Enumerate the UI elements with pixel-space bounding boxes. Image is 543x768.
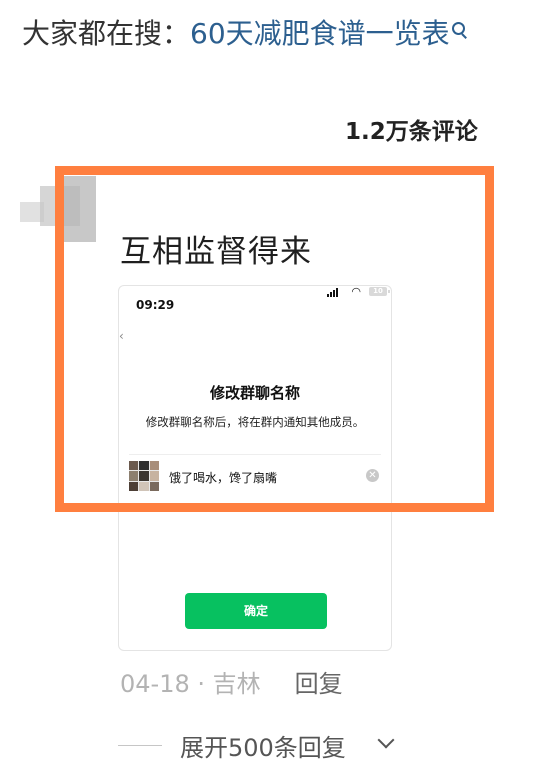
reply-button[interactable]: 回复 <box>295 670 343 698</box>
wifi-icon: ◠ <box>351 285 361 298</box>
search-icon[interactable] <box>451 22 468 40</box>
confirm-button: 确定 <box>185 593 327 629</box>
dialog-title: 修改群聊名称 <box>209 384 300 402</box>
avatar[interactable] <box>20 176 96 242</box>
meta-separator: · <box>197 670 206 698</box>
chevron-down-icon <box>377 731 395 749</box>
expand-replies-label: 展开500条回复 <box>180 734 346 762</box>
signal-icon <box>327 288 339 297</box>
battery-icon: 10 <box>369 287 390 296</box>
group-name-row: 饿了喝水，馋了扇嘴 ✕ <box>129 454 381 497</box>
comment-location: 吉林 <box>212 670 261 698</box>
comment-image[interactable]: 09:29 ◠ 10 ‹ 修改群聊名称 修改群聊名称后，将在群内通知其他成员。 … <box>118 285 392 651</box>
comment-date: 04-18 <box>120 670 190 698</box>
divider-line <box>118 745 162 746</box>
comment-count: 1.2万条评论 <box>345 119 478 145</box>
status-time: 09:29 <box>136 298 175 312</box>
comment-meta: 04-18 · 吉林 回复 <box>120 664 343 699</box>
search-suggestion-prefix: 大家都在搜： <box>22 17 191 50</box>
dialog-description: 修改群聊名称后，将在群内通知其他成员。 <box>145 415 365 429</box>
back-icon: ‹ <box>119 329 124 343</box>
group-name-field: 饿了喝水，馋了扇嘴 <box>169 471 278 485</box>
search-suggestion[interactable]: 大家都在搜：60天减肥食谱一览表 <box>22 14 468 54</box>
comment-page: 大家都在搜：60天减肥食谱一览表 1.2万条评论 互相监督得来 09:29 ◠ … <box>0 0 543 768</box>
comment-text: 互相监督得来 <box>120 234 312 270</box>
search-suggestion-query[interactable]: 60天减肥食谱一览表 <box>190 17 450 50</box>
clear-icon: ✕ <box>366 469 379 482</box>
group-avatar <box>129 461 159 491</box>
